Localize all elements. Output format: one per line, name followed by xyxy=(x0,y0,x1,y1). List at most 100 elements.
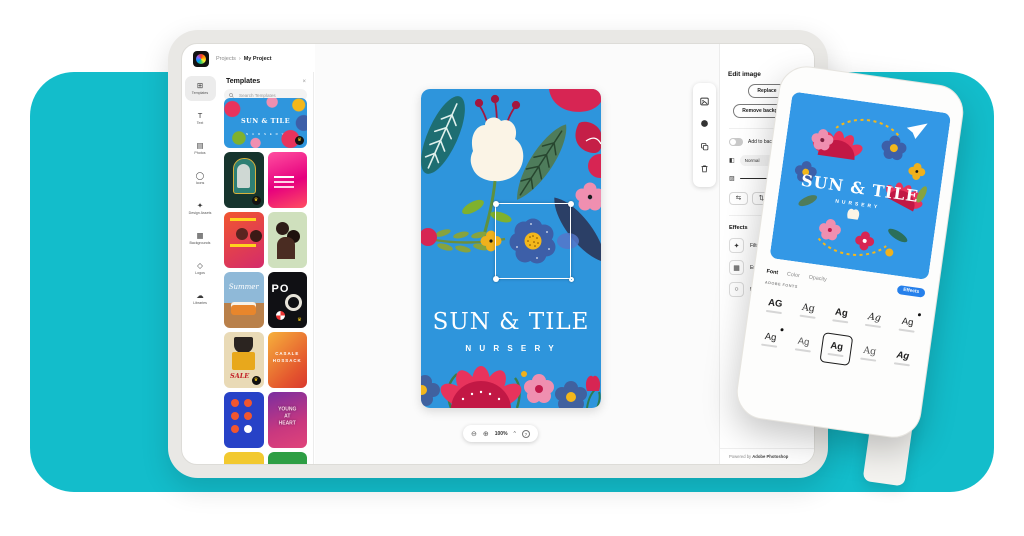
close-icon[interactable]: × xyxy=(302,79,306,85)
font-card[interactable]: Ag xyxy=(819,332,853,366)
zoom-level[interactable]: 100% xyxy=(495,431,508,437)
template-label: SALE xyxy=(230,372,249,380)
premium-star-badge xyxy=(917,313,921,317)
template-thumbnail[interactable]: JUICE MENU xyxy=(268,452,308,464)
font-card[interactable]: Ag xyxy=(890,308,924,342)
sidebar-item[interactable]: ◯ Icons xyxy=(185,166,216,191)
breadcrumb-root[interactable]: Projects xyxy=(216,56,236,62)
zoom-in-icon[interactable]: ⊕ xyxy=(483,430,489,438)
template-sublabel: N U R S E R Y xyxy=(224,132,307,136)
template-thumbnail[interactable]: SALE ♛ xyxy=(224,332,264,388)
zoom-toolbar: ⊖ ⊕ 100% ^ ? xyxy=(463,425,538,442)
phone-art-illustration: SUN & TILE NURSERY xyxy=(769,91,951,280)
font-card[interactable]: Ag xyxy=(857,303,891,337)
template-thumbnail[interactable]: YOUNG AT HEART xyxy=(268,392,308,448)
font-sample-glyph: AG xyxy=(767,298,783,310)
font-sample-glyph: Ag xyxy=(901,317,914,329)
add-to-background-toggle[interactable] xyxy=(729,138,743,146)
sidebar-item-label: Logos xyxy=(195,271,205,275)
template-thumbnail[interactable]: SUN & TILE N U R S E R Y ♛ xyxy=(224,98,307,148)
selection-handle[interactable] xyxy=(568,201,574,207)
selection-handle[interactable] xyxy=(569,277,574,282)
template-thumbnail[interactable]: Summer xyxy=(224,272,264,328)
selection-handle[interactable] xyxy=(493,201,499,207)
template-label: Summer xyxy=(224,283,264,291)
template-thumbnail[interactable] xyxy=(224,392,264,448)
template-thumbnail[interactable] xyxy=(224,212,264,268)
breadcrumb: Projects › My Project xyxy=(216,56,272,62)
phone-tab[interactable]: Effects xyxy=(897,285,926,298)
font-card[interactable]: Ag xyxy=(852,337,886,371)
marketing-composition: Projects › My Project ↺ ↻ ↓ Download ↑ S… xyxy=(0,0,1024,536)
edit-image-title: Edit image xyxy=(728,71,761,78)
font-card[interactable]: Ag xyxy=(885,341,919,375)
font-sample-glyph: Ag xyxy=(896,351,910,363)
font-card[interactable]: AG xyxy=(758,289,792,323)
phone-tab[interactable]: Color xyxy=(787,271,801,279)
template-thumbnail[interactable]: PO ♛ xyxy=(268,272,308,328)
trash-icon[interactable] xyxy=(700,164,709,173)
sidebar-item[interactable]: ✦ Design Assets xyxy=(185,196,216,221)
effect-icon: ▦ xyxy=(729,260,744,275)
phone-tab[interactable]: Opacity xyxy=(808,274,827,282)
premium-crown-badge: ♛ xyxy=(252,376,261,385)
sidebar-item-label: Libraries xyxy=(193,301,207,305)
artboard[interactable]: SUN & TILE N U R S E R Y xyxy=(421,89,601,408)
template-thumbnail[interactable]: BIG xyxy=(224,452,264,464)
selection-box[interactable] xyxy=(495,203,571,279)
font-card[interactable]: Ag xyxy=(753,323,787,357)
sidebar-item-label: Icons xyxy=(196,181,205,185)
help-icon[interactable]: ? xyxy=(522,430,530,438)
sidebar-item[interactable]: ⊞ Templates xyxy=(185,76,216,101)
template-label: SUN & TILE xyxy=(224,117,307,125)
template-grid: SUN & TILE N U R S E R Y ♛ ♛ xyxy=(224,98,307,464)
blend-mode-icon: ◧ xyxy=(729,157,735,164)
template-thumbnail[interactable]: ♛ xyxy=(224,152,264,208)
breadcrumb-separator: › xyxy=(239,56,241,62)
sidebar-item-icon: ▦ xyxy=(196,232,203,240)
breadcrumb-current: My Project xyxy=(244,56,272,62)
app-logo-icon[interactable] xyxy=(193,51,209,67)
template-thumbnail[interactable] xyxy=(268,212,308,268)
template-thumbnail[interactable]: CASALE HOSSACK xyxy=(268,332,308,388)
powered-by-note: Powered by Adobe Photoshop xyxy=(720,448,814,464)
layers-icon[interactable] xyxy=(700,142,709,151)
sidebar-item[interactable]: T Text xyxy=(185,106,216,131)
artboard-subtitle: N U R S E R Y xyxy=(465,344,556,353)
font-card[interactable]: Ag xyxy=(786,327,820,361)
font-sample-glyph: Ag xyxy=(830,341,844,353)
tablet-mockup: Projects › My Project ↺ ↻ ↓ Download ↑ S… xyxy=(168,30,828,478)
font-sample-glyph: Ag xyxy=(764,332,777,344)
font-card[interactable]: Ag xyxy=(824,298,858,332)
selection-handle[interactable] xyxy=(493,276,499,282)
zoom-caret-icon[interactable]: ^ xyxy=(514,431,516,437)
effect-icon: ✦ xyxy=(729,238,744,253)
fonts-section-header: ADOBE FONTS xyxy=(765,280,798,289)
sidebar-item[interactable]: ☁ Libraries xyxy=(185,286,216,311)
zoom-out-icon[interactable]: ⊖ xyxy=(471,430,477,438)
template-thumbnail[interactable] xyxy=(268,152,308,208)
sidebar-item-label: Design Assets xyxy=(189,211,212,215)
sidebar-item-label: Templates xyxy=(192,91,208,95)
premium-crown-badge: ♛ xyxy=(252,196,261,205)
editor-app-window: Projects › My Project ↺ ↻ ↓ Download ↑ S… xyxy=(181,43,815,465)
font-card[interactable]: Ag xyxy=(791,294,825,328)
sidebar-item-icon: ☁ xyxy=(196,292,204,300)
templates-panel: Templates × SUN & TILE N U R S E R Y ♛ xyxy=(218,72,314,464)
flip-horizontal-button[interactable]: ⇆ xyxy=(729,192,748,205)
font-sample-glyph: Ag xyxy=(834,308,848,320)
premium-crown-badge: ♛ xyxy=(295,136,304,145)
sidebar-item-label: Text xyxy=(197,121,204,125)
image-icon[interactable] xyxy=(700,97,709,106)
sidebar-item[interactable]: ◇ Logos xyxy=(185,256,216,281)
font-sample-glyph: Ag xyxy=(801,303,815,315)
font-sample-glyph: Ag xyxy=(867,312,881,324)
search-icon xyxy=(229,93,234,98)
left-sidebar: ⊞ Templates T Text ▤ Photos ◯ Icons ✦ De… xyxy=(182,72,218,464)
sidebar-item[interactable]: ▦ Backgrounds xyxy=(185,226,216,251)
template-label: CASALE HOSSACK xyxy=(268,350,308,364)
adjust-icon[interactable] xyxy=(700,119,709,128)
phone-tab[interactable]: Font xyxy=(766,268,778,276)
font-grid: AG Ag Ag Ag Ag Ag Ag xyxy=(753,289,924,375)
sidebar-item[interactable]: ▤ Photos xyxy=(185,136,216,161)
